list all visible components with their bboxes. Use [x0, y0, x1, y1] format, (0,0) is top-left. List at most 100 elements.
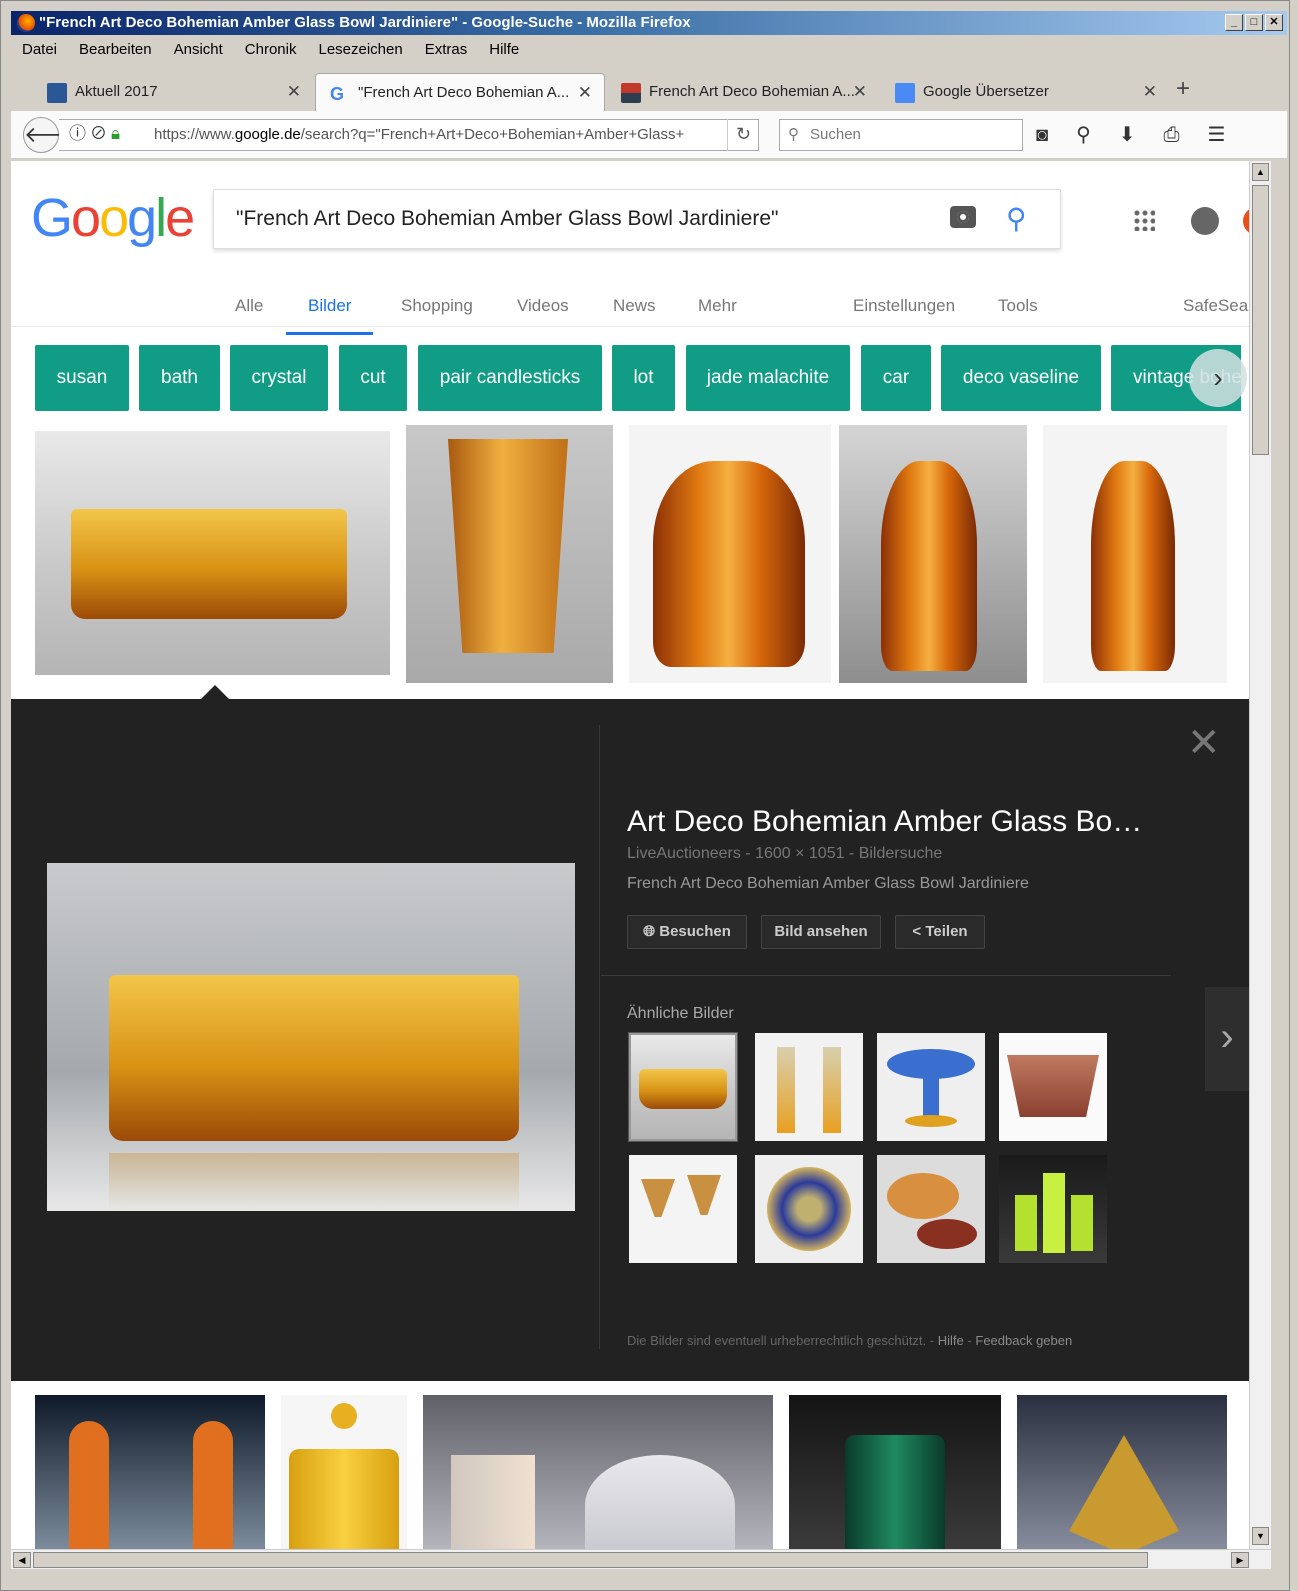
tab-google-translate[interactable]: Google Übersetzer ✕ [881, 73, 1169, 111]
similar-image[interactable] [999, 1033, 1107, 1141]
visit-button[interactable]: 🌐︎ Besuchen [627, 915, 747, 949]
new-tab-button[interactable]: + [1176, 75, 1190, 103]
tab-google-search[interactable]: G "French Art Deco Bohemian A... ✕ [315, 73, 605, 111]
menu-ansicht[interactable]: Ansicht [163, 37, 234, 63]
menu-hilfe[interactable]: Hilfe [478, 37, 530, 63]
hamburger-menu-icon[interactable]: ☰ [1208, 119, 1226, 151]
menu-bearbeiten[interactable]: Bearbeiten [68, 37, 163, 63]
preview-meta: LiveAuctioneers - 1600 × 1051 - Bildersu… [627, 845, 943, 862]
similar-image[interactable] [755, 1155, 863, 1263]
scroll-left-icon[interactable]: ◀ [13, 1552, 31, 1568]
google-favicon-icon: G [330, 84, 345, 104]
close-window-button[interactable]: ✕ [1265, 14, 1283, 31]
maximize-button[interactable]: □ [1245, 14, 1263, 31]
preview-caret [201, 685, 229, 699]
tab-einstellungen[interactable]: Einstellungen [853, 289, 955, 323]
chip[interactable]: deco vaseline [941, 345, 1101, 411]
scroll-right-icon[interactable]: ▶ [1231, 1552, 1249, 1568]
url-bar[interactable]: https://www.google.de/search?q="French+A… [59, 119, 759, 151]
browser-search-input[interactable]: ⚲ Suchen [779, 119, 1023, 151]
result-image[interactable] [35, 431, 390, 675]
tab-label: Google Übersetzer [923, 83, 1049, 100]
tab-aktuell[interactable]: Aktuell 2017 ✕ [33, 73, 313, 111]
site-favicon-icon [47, 83, 67, 103]
horizontal-scrollbar[interactable]: ◀ ▶ [11, 1549, 1271, 1569]
tab-mehr[interactable]: Mehr [698, 289, 737, 323]
search-icon[interactable]: ⚲ [1006, 190, 1027, 248]
lock-icon: 🔒︎ [111, 124, 125, 143]
result-image[interactable] [406, 425, 613, 683]
google-logo[interactable]: Google [31, 187, 195, 249]
tab-alle[interactable]: Alle [235, 289, 263, 323]
related-chips: susan bath crystal cut pair candlesticks… [35, 345, 1241, 411]
pocket-icon[interactable]: ◙ [1036, 119, 1048, 151]
apps-grid-icon[interactable] [1133, 209, 1155, 231]
result-image[interactable] [1043, 425, 1227, 683]
similar-image[interactable] [877, 1033, 985, 1141]
find-icon[interactable]: ⚲ [1076, 119, 1091, 151]
tab-news[interactable]: News [613, 289, 656, 323]
preview-image[interactable] [47, 863, 575, 1211]
tab-videos[interactable]: Videos [517, 289, 569, 323]
similar-image[interactable] [999, 1155, 1107, 1263]
scrollbar-thumb[interactable] [33, 1552, 1148, 1568]
menu-lesezeichen[interactable]: Lesezeichen [307, 37, 413, 63]
tab-tools[interactable]: Tools [998, 289, 1038, 323]
chip[interactable]: car [861, 345, 931, 411]
help-link[interactable]: Hilfe [938, 1333, 964, 1348]
view-image-button[interactable]: Bild ansehen [761, 915, 881, 949]
site-info-icons[interactable]: ⓘ⊘🔒︎ [69, 119, 124, 149]
scroll-up-icon[interactable]: ▲ [1252, 163, 1269, 181]
feedback-link[interactable]: Feedback geben [975, 1333, 1072, 1348]
chip[interactable]: lot [612, 345, 675, 411]
chevron-right-icon[interactable]: › [1189, 349, 1247, 407]
result-image[interactable] [281, 1395, 407, 1549]
camera-icon[interactable] [950, 206, 976, 228]
menu-chronik[interactable]: Chronik [234, 37, 308, 63]
chip[interactable]: susan [35, 345, 129, 411]
chip[interactable]: bath [139, 345, 220, 411]
reload-icon[interactable]: ↻ [727, 119, 759, 151]
next-image-button[interactable]: › [1205, 987, 1249, 1091]
url-prefix: https://www. [154, 126, 235, 143]
tab-bilder[interactable]: Bilder [286, 289, 374, 335]
print-icon[interactable]: ⎙ [1164, 119, 1180, 151]
url-path: /search?q="French+Art+Deco+Bohemian+Ambe… [300, 126, 685, 143]
menu-datei[interactable]: Datei [11, 37, 68, 63]
share-button[interactable]: < Teilen [895, 915, 985, 949]
tab-close-icon[interactable]: ✕ [1143, 73, 1157, 111]
tab-liveauctioneers[interactable]: French Art Deco Bohemian A... ✕ [607, 73, 879, 111]
similar-image[interactable] [755, 1033, 863, 1141]
result-image[interactable] [423, 1395, 773, 1549]
minimize-button[interactable]: _ [1225, 14, 1243, 31]
scroll-down-icon[interactable]: ▼ [1252, 1527, 1269, 1545]
result-image[interactable] [1017, 1395, 1227, 1549]
safesearch-link[interactable]: SafeSea [1183, 289, 1248, 323]
result-image[interactable] [35, 1395, 265, 1549]
menu-extras[interactable]: Extras [414, 37, 479, 63]
preview-footer: Die Bilder sind eventuell urheberrechtli… [627, 1333, 1072, 1348]
scrollbar-thumb[interactable] [1252, 185, 1269, 455]
vertical-scrollbar[interactable]: ▲ ▼ [1249, 161, 1271, 1549]
result-image[interactable] [789, 1395, 1001, 1549]
tab-close-icon[interactable]: ✕ [578, 74, 592, 112]
download-icon[interactable]: ⬇ [1119, 119, 1136, 151]
preview-title[interactable]: Art Deco Bohemian Amber Glass Bo… [627, 805, 1142, 839]
similar-image[interactable] [629, 1155, 737, 1263]
chip[interactable]: jade malachite [686, 345, 850, 411]
similar-image[interactable] [877, 1155, 985, 1263]
result-image[interactable] [839, 425, 1027, 683]
notifications-icon[interactable] [1191, 207, 1219, 235]
menu-bar: Datei Bearbeiten Ansicht Chronik Lesezei… [11, 37, 530, 63]
chip[interactable]: cut [339, 345, 407, 411]
back-button[interactable]: 🡐 [23, 117, 83, 153]
tab-shopping[interactable]: Shopping [401, 289, 473, 323]
tab-close-icon[interactable]: ✕ [853, 73, 867, 111]
similar-image[interactable] [628, 1032, 738, 1142]
result-image[interactable] [629, 425, 831, 683]
close-icon[interactable]: ✕ [1187, 723, 1221, 763]
chip[interactable]: crystal [230, 345, 328, 411]
chip[interactable]: pair candlesticks [418, 345, 602, 411]
google-search-input[interactable]: "French Art Deco Bohemian Amber Glass Bo… [213, 189, 1061, 249]
tab-close-icon[interactable]: ✕ [287, 73, 301, 111]
